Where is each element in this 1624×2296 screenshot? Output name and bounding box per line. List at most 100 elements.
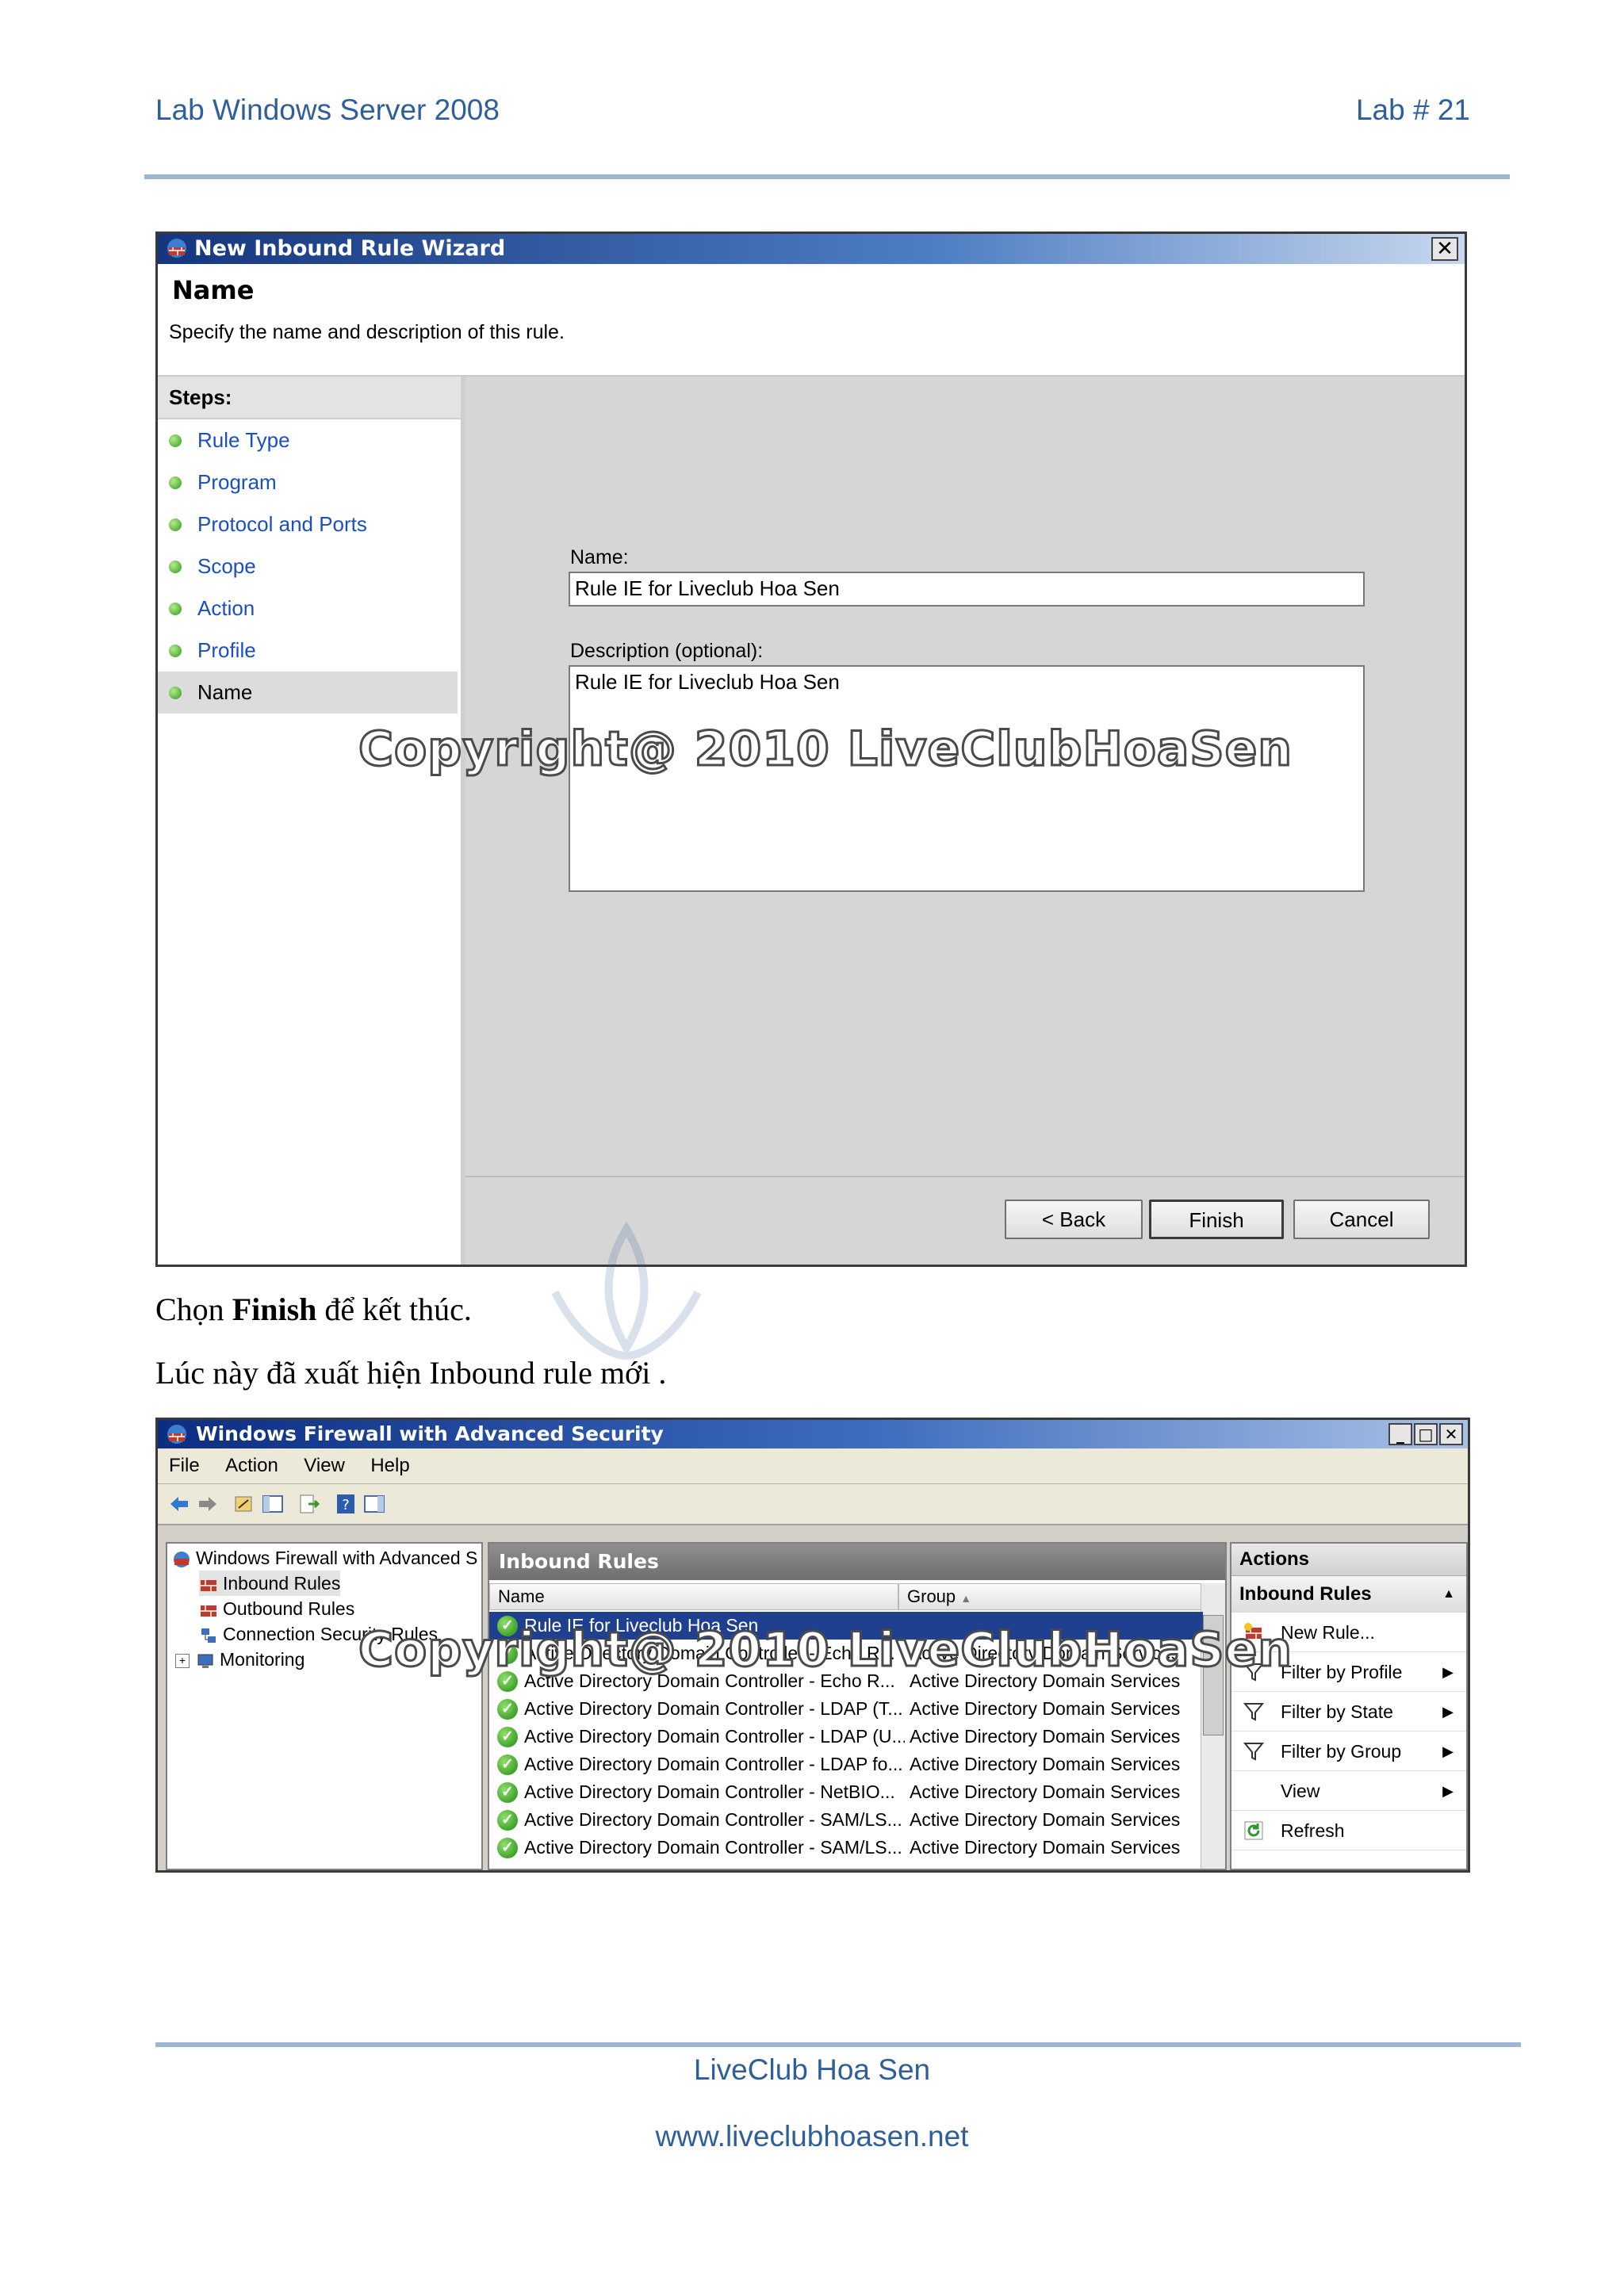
cancel-button[interactable]: Cancel — [1293, 1200, 1430, 1239]
rule-group: Active Directory Domain Services — [910, 1781, 1181, 1802]
rule-row[interactable]: ✓ Active Directory Domain Controller - LD… — [489, 1751, 1203, 1778]
inbound-rules-panel: Inbound Rules Name Group ▲ ✓ Rule IE for … — [488, 1542, 1227, 1870]
firewall-icon — [167, 1425, 186, 1444]
rule-row[interactable]: ✓ Active Directory Domain Controller - Ne… — [489, 1778, 1203, 1806]
step-protocol-and-ports[interactable]: Protocol and Ports — [158, 503, 461, 545]
navigation-tree: Windows Firewall with Advanced S Inbound… — [166, 1542, 483, 1870]
maximize-button[interactable]: □ — [1414, 1423, 1438, 1445]
rule-row[interactable]: ✓ Active Directory Domain Controller - SA… — [489, 1806, 1203, 1834]
step-current-icon — [169, 687, 182, 699]
firewall-icon — [174, 1551, 190, 1567]
properties-pane-icon[interactable] — [362, 1492, 386, 1516]
svg-text:?: ? — [342, 1497, 350, 1513]
minimize-button[interactable]: _ — [1388, 1423, 1412, 1445]
wizard-titlebar: New Inbound Rule Wizard ✕ — [158, 234, 1465, 264]
wizard-title: New Inbound Rule Wizard — [194, 236, 506, 261]
step-rule-type[interactable]: Rule Type — [158, 419, 461, 461]
step-name[interactable]: Name — [158, 672, 458, 714]
window-controls: _ □ ✕ — [1388, 1423, 1463, 1445]
submenu-arrow-icon: ▶ — [1442, 1664, 1454, 1680]
wizard-header: Name Specify the name and description of… — [158, 264, 1465, 377]
tree-root[interactable]: Windows Firewall with Advanced S — [172, 1545, 477, 1571]
step-scope[interactable]: Scope — [158, 545, 461, 587]
copyright-watermark: Copyright@ 2010 LiveClubHoaSen — [358, 721, 1293, 779]
wizard-heading: Name — [172, 275, 255, 305]
description-textarea[interactable]: Rule IE for Liveclub Hoa Sen — [569, 665, 1365, 892]
forward-arrow-icon[interactable] — [196, 1492, 220, 1516]
rule-group: Active Directory Domain Services — [910, 1837, 1181, 1858]
column-header-name[interactable]: Name — [489, 1583, 898, 1610]
footer-website[interactable]: www.liveclubhoasen.net — [0, 2120, 1624, 2153]
rule-name: Active Directory Domain Controller - LDA… — [524, 1754, 903, 1774]
column-header-group[interactable]: Group ▲ — [898, 1583, 1205, 1610]
rule-name: Active Directory Domain Controller - LDA… — [524, 1726, 905, 1747]
rule-row[interactable]: ✓ Active Directory Domain Controller - LD… — [489, 1723, 1203, 1751]
step-action[interactable]: Action — [158, 587, 461, 629]
menu-action[interactable]: Action — [214, 1448, 289, 1483]
rule-group: Active Directory Domain Services — [910, 1754, 1181, 1774]
panel-title: Inbound Rules — [489, 1544, 1225, 1580]
menu-file[interactable]: File — [158, 1448, 211, 1483]
rule-group: Active Directory Domain Services — [910, 1726, 1181, 1747]
header-lab-number: Lab # 21 — [1355, 94, 1470, 126]
collapse-icon[interactable]: ▲ — [1442, 1576, 1455, 1613]
rule-enabled-icon: ✓ — [497, 1782, 518, 1803]
up-folder-icon[interactable] — [232, 1492, 256, 1516]
toolbar: ? — [158, 1484, 1468, 1525]
tree-monitoring[interactable]: + Monitoring — [175, 1647, 304, 1672]
tree-outbound-rules[interactable]: Outbound Rules — [199, 1596, 354, 1621]
instruction-finish: Chọn Finish để kết thúc. — [155, 1292, 472, 1327]
action-view[interactable]: View ▶ — [1231, 1772, 1466, 1811]
action-filter-by-group[interactable]: Filter by Group ▶ — [1231, 1732, 1466, 1771]
rule-name: Active Directory Domain Controller - Net… — [524, 1781, 895, 1802]
action-refresh[interactable]: Refresh — [1231, 1812, 1466, 1850]
rule-row[interactable]: ✓ Active Directory Domain Controller - SA… — [489, 1834, 1203, 1862]
rule-name: Active Directory Domain Controller - LDA… — [524, 1698, 903, 1719]
back-button[interactable]: < Back — [1005, 1200, 1143, 1239]
step-program[interactable]: Program — [158, 461, 461, 503]
actions-pane: Actions Inbound Rules ▲ New Rule... Filte… — [1230, 1542, 1468, 1870]
footer-divider — [155, 2042, 1521, 2047]
action-filter-by-state[interactable]: Filter by State ▶ — [1231, 1693, 1466, 1732]
instruction-new-rule: Lúc này đã xuất hiện Inbound rule mới . — [155, 1355, 667, 1391]
back-arrow-icon[interactable] — [167, 1492, 191, 1516]
actions-section-inbound-rules[interactable]: Inbound Rules ▲ — [1231, 1576, 1466, 1613]
close-button[interactable]: ✕ — [1439, 1423, 1463, 1445]
step-complete-icon — [169, 519, 182, 531]
finish-button[interactable]: Finish — [1149, 1200, 1284, 1239]
rule-row[interactable]: ✓ Active Directory Domain Controller - LD… — [489, 1695, 1203, 1723]
help-icon[interactable]: ? — [334, 1492, 358, 1516]
rule-enabled-icon: ✓ — [497, 1699, 518, 1720]
expand-icon[interactable]: + — [175, 1653, 190, 1668]
step-complete-icon — [169, 434, 182, 447]
step-profile[interactable]: Profile — [158, 629, 461, 672]
inbound-rules-icon — [201, 1579, 216, 1591]
steps-label: Steps: — [158, 377, 461, 419]
step-complete-icon — [169, 561, 182, 573]
firewall-icon — [167, 239, 186, 258]
firewall-title: Windows Firewall with Advanced Security — [196, 1422, 664, 1445]
header-title: Lab Windows Server 2008 — [155, 94, 500, 126]
show-hide-tree-icon[interactable] — [261, 1492, 285, 1516]
filter-icon — [1243, 1743, 1265, 1761]
menu-view[interactable]: View — [293, 1448, 356, 1483]
menu-help[interactable]: Help — [359, 1448, 420, 1483]
close-button[interactable]: ✕ — [1431, 237, 1458, 261]
monitoring-icon — [197, 1654, 213, 1668]
rule-enabled-icon: ✓ — [497, 1838, 518, 1858]
outbound-rules-icon — [201, 1605, 216, 1617]
wizard-content: Name: Rule IE for Liveclub Hoa Sen Descr… — [465, 377, 1465, 1265]
name-input[interactable]: Rule IE for Liveclub Hoa Sen — [569, 572, 1365, 607]
sort-ascending-icon: ▲ — [960, 1592, 972, 1605]
step-complete-icon — [169, 476, 182, 489]
rule-group: Active Directory Domain Services — [910, 1698, 1181, 1719]
step-complete-icon — [169, 645, 182, 657]
tree-inbound-rules[interactable]: Inbound Rules — [199, 1571, 341, 1596]
menu-bar: File Action View Help — [158, 1448, 1468, 1484]
submenu-arrow-icon: ▶ — [1442, 1783, 1454, 1799]
footer-org: LiveClub Hoa Sen — [693, 2053, 931, 2086]
connection-security-icon — [201, 1628, 216, 1643]
refresh-icon — [1244, 1821, 1263, 1840]
export-list-icon[interactable] — [297, 1492, 321, 1516]
submenu-arrow-icon: ▶ — [1442, 1704, 1454, 1720]
